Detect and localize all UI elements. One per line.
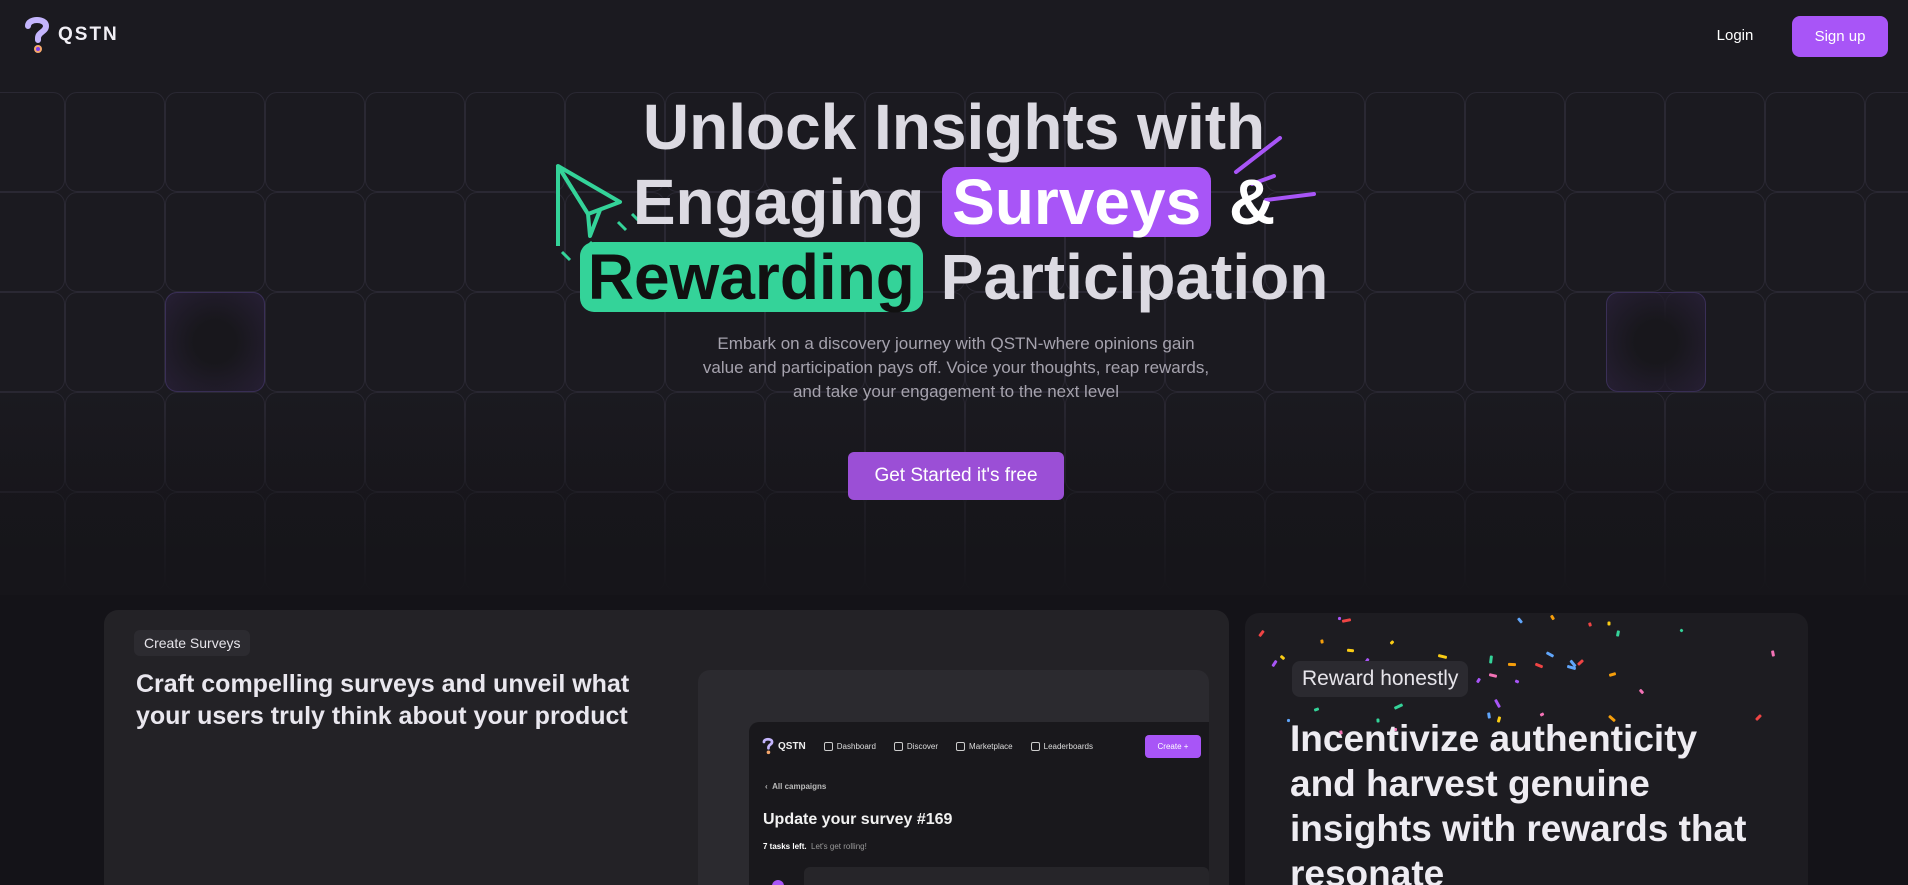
confetti-piece xyxy=(1393,703,1404,710)
confetti-piece xyxy=(1313,707,1320,712)
headline-text: Unlock Insights with xyxy=(642,91,1266,163)
top-nav: QSTN Login Sign up xyxy=(0,0,1908,72)
signup-button[interactable]: Sign up xyxy=(1792,16,1888,57)
confetti-piece xyxy=(1516,617,1524,624)
confetti-piece xyxy=(1488,673,1498,678)
confetti-piece xyxy=(1279,654,1286,661)
confetti-piece xyxy=(1258,629,1265,638)
preview-task-row[interactable] xyxy=(804,867,1209,885)
preview-nav-dashboard[interactable]: Dashboard xyxy=(823,741,876,751)
confetti-piece xyxy=(1534,662,1544,669)
confetti-piece xyxy=(1494,698,1501,709)
login-button[interactable]: Login xyxy=(1705,16,1765,56)
confetti-piece xyxy=(1346,648,1355,653)
confetti-piece xyxy=(1608,672,1617,677)
confetti-piece xyxy=(1271,659,1278,668)
brand-name: QSTN xyxy=(58,24,119,45)
preview-nav-label: Discover xyxy=(906,741,939,751)
preview-back-label: All campaigns xyxy=(772,782,827,791)
confetti-piece xyxy=(1489,655,1493,664)
confetti-piece xyxy=(1576,659,1585,666)
preview-nav-discover[interactable]: Discover xyxy=(893,741,939,751)
qstn-logo-icon xyxy=(762,737,774,755)
headline-line-1: Unlock Insights with xyxy=(0,90,1908,165)
leaderboard-icon xyxy=(1030,741,1040,751)
discover-icon xyxy=(893,741,903,751)
home-icon xyxy=(823,741,833,751)
headline-text: Engaging xyxy=(632,166,925,238)
preview-step-dot xyxy=(772,880,784,885)
headline-ampersand: & xyxy=(1228,166,1276,238)
preview-tasks-cta: Let's get rolling! xyxy=(811,842,867,851)
preview-nav-leaderboards[interactable]: Leaderboards xyxy=(1030,741,1093,751)
confetti-piece xyxy=(1437,653,1448,660)
confetti-piece xyxy=(1587,622,1593,627)
reward-tag: Reward honestly xyxy=(1292,661,1469,697)
preview-nav-label: Dashboard xyxy=(836,741,876,751)
preview-brand: QSTN xyxy=(762,737,806,755)
highlight-rewarding: Rewarding xyxy=(579,242,923,312)
confetti-piece xyxy=(1475,677,1482,684)
preview-title: Update your survey #169 xyxy=(763,811,953,828)
preview-back-link[interactable]: ‹ All campaigns xyxy=(765,782,826,791)
confetti-piece xyxy=(1607,621,1611,626)
headline-line-2: Engaging Surveys & xyxy=(0,165,1908,240)
confetti-piece xyxy=(1389,640,1395,645)
headline-line-3: Rewarding Participation xyxy=(0,240,1908,315)
highlight-surveys: Surveys xyxy=(942,167,1212,237)
confetti-piece xyxy=(1615,630,1621,637)
preview-nav: QSTN Dashboard Discover Marketplace Lead… xyxy=(762,735,1093,757)
create-surveys-title: Craft compelling surveys and unveil what… xyxy=(136,670,630,730)
marketplace-icon xyxy=(956,741,966,751)
preview-brand-name: QSTN xyxy=(778,740,806,752)
preview-tasks-left: 7 tasks left. xyxy=(763,842,807,851)
qstn-logo-icon xyxy=(25,17,50,53)
plus-icon: + xyxy=(1183,742,1189,751)
confetti-piece xyxy=(1545,651,1555,658)
preview-nav-label: Marketplace xyxy=(969,741,1013,751)
confetti-piece xyxy=(1341,618,1352,623)
confetti-piece xyxy=(1320,639,1324,644)
confetti-piece xyxy=(1638,688,1645,695)
confetti-piece xyxy=(1549,614,1556,621)
preview-nav-label: Leaderboards xyxy=(1043,741,1093,751)
preview-create-label: Create xyxy=(1157,742,1182,751)
headline-text: Participation xyxy=(940,241,1329,313)
confetti-piece xyxy=(1770,650,1776,657)
confetti-piece xyxy=(1514,679,1520,684)
confetti-piece xyxy=(1507,662,1517,667)
chevron-left-icon: ‹ xyxy=(765,782,768,791)
brand-logo[interactable]: QSTN xyxy=(24,15,119,55)
reward-title: Incentivize authenticity and harvest gen… xyxy=(1290,718,1747,885)
create-surveys-tag: Create Surveys xyxy=(134,630,251,656)
preview-subtitle: 7 tasks left. Let's get rolling! xyxy=(763,842,867,851)
hero-subtitle: Embark on a discovery journey with QSTN-… xyxy=(702,334,1210,401)
preview-create-button[interactable]: Create + xyxy=(1145,735,1201,758)
get-started-button[interactable]: Get Started it's free xyxy=(848,452,1064,500)
confetti-piece xyxy=(1679,628,1684,633)
preview-nav-marketplace[interactable]: Marketplace xyxy=(956,741,1013,751)
hero-headline: Unlock Insights with Engaging Surveys & … xyxy=(0,90,1908,315)
